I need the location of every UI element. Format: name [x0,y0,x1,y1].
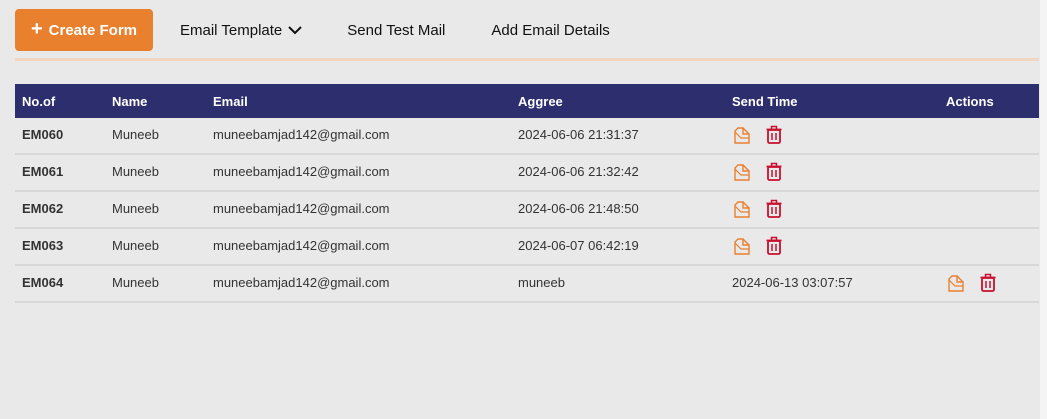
table-row: EM064 Muneeb muneebamjad142@gmail.com munee… [15,266,1039,303]
trash-icon[interactable] [978,273,998,293]
row-aggree: 2024-06-06 21:31:37 [518,127,639,142]
trash-icon[interactable] [764,162,784,182]
toolbar: + Create Form Email Template Send Test M… [15,9,610,51]
row-email: muneebamjad142@gmail.com [213,127,390,142]
header-send-time: Send Time [732,94,798,109]
send-test-mail-label: Send Test Mail [347,21,446,39]
add-email-details-label: Add Email Details [491,21,610,39]
table-row: EM061 Muneeb muneebamjad142@gmail.com 2024-… [15,155,1039,192]
row-send-time: 2024-06-13 03:07:57 [732,275,853,290]
trash-icon[interactable] [764,199,784,219]
table-row: EM063 Muneeb muneebamjad142@gmail.com 2024-… [15,229,1039,266]
header-actions: Actions [946,94,994,109]
row-no: EM063 [22,238,64,253]
edit-document-icon[interactable] [732,236,752,256]
table-row: EM060 Muneeb muneebamjad142@gmail.com 2024-… [15,118,1039,155]
row-email: muneebamjad142@gmail.com [213,275,390,290]
email-template-dropdown[interactable]: Email Template [180,22,302,39]
row-email: muneebamjad142@gmail.com [213,238,390,253]
header-email: Email [213,94,248,109]
row-no: EM061 [22,164,64,179]
row-aggree: 2024-06-06 21:48:50 [518,201,639,216]
row-name: Muneeb [112,238,159,253]
table-row: EM062 Muneeb muneebamjad142@gmail.com 2024-… [15,192,1039,229]
row-name: Muneeb [112,127,159,142]
row-actions [732,199,784,219]
row-no: EM062 [22,201,64,216]
row-aggree: 2024-06-07 06:42:19 [518,238,639,253]
row-no: EM064 [22,275,64,290]
row-email: muneebamjad142@gmail.com [213,164,390,179]
row-aggree: 2024-06-06 21:32:42 [518,164,639,179]
row-name: Muneeb [112,275,159,290]
email-template-label: Email Template [180,21,283,39]
email-table: No.of Name Email Aggree Send Time Action… [15,84,1039,303]
create-form-label: Create Form [48,21,138,39]
table-body: EM060 Muneeb muneebamjad142@gmail.com 2024-… [15,118,1039,303]
add-email-details-button[interactable]: Add Email Details [491,22,609,39]
plus-icon: + [30,18,43,40]
create-form-button[interactable]: + Create Form [15,9,153,51]
trash-icon[interactable] [764,125,784,145]
trash-icon[interactable] [764,236,784,256]
row-actions [946,273,998,293]
row-name: Muneeb [112,164,159,179]
send-test-mail-button[interactable]: Send Test Mail [347,22,445,39]
toolbar-divider [15,58,1039,61]
row-email: muneebamjad142@gmail.com [213,201,390,216]
edit-document-icon[interactable] [732,199,752,219]
edit-document-icon[interactable] [946,273,966,293]
row-actions [732,236,784,256]
edit-document-icon[interactable] [732,162,752,182]
header-aggree: Aggree [518,94,563,109]
chevron-down-icon [288,26,302,35]
header-name: Name [112,94,148,109]
header-no: No.of [22,94,56,109]
row-aggree: muneeb [518,275,565,290]
row-actions [732,162,784,182]
row-name: Muneeb [112,201,159,216]
edit-document-icon[interactable] [732,125,752,145]
page-edge [1040,0,1047,419]
row-actions [732,125,784,145]
table-header: No.of Name Email Aggree Send Time Action… [15,84,1039,118]
row-no: EM060 [22,127,64,142]
